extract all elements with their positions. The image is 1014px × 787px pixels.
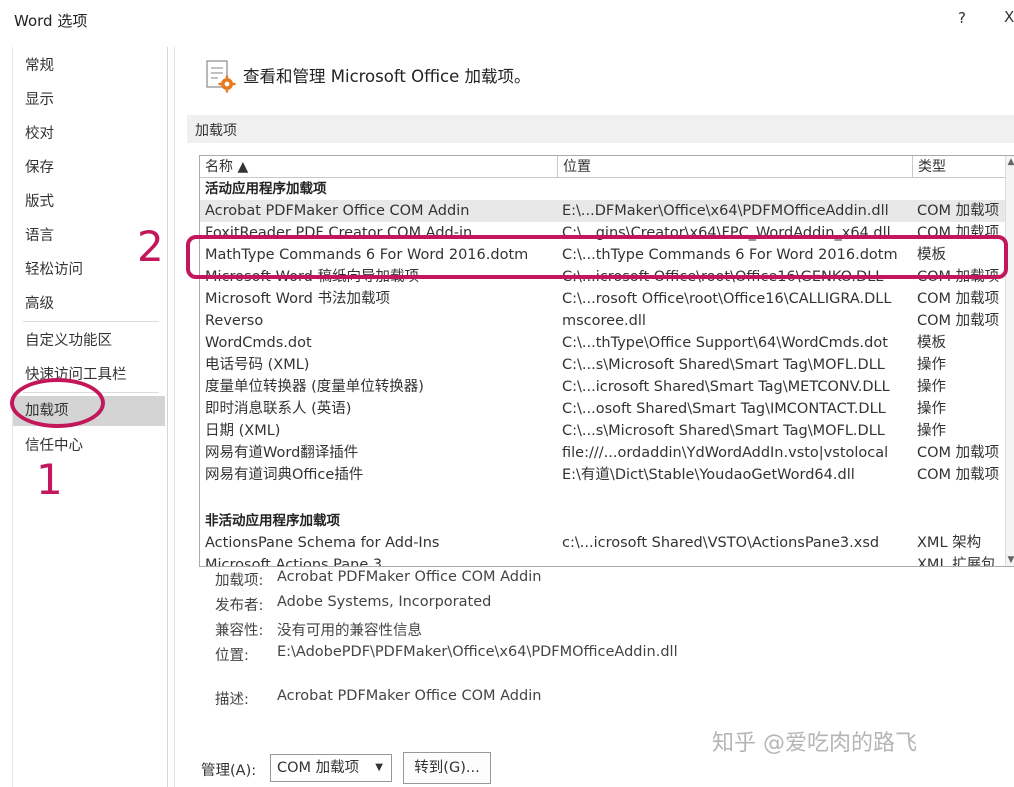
cell-name: ActionsPane Schema for Add-Ins — [205, 535, 440, 551]
cell-name: Microsoft Actions Pane 3 — [205, 557, 383, 567]
cell-type: 操作 — [917, 379, 946, 395]
cell-location: c:\...icrosoft Shared\VSTO\ActionsPane3.… — [562, 535, 880, 551]
table-row[interactable]: Microsoft Actions Pane 3 XML 扩展包 — [200, 554, 1006, 567]
nav-item-display[interactable]: 显示 — [13, 85, 165, 115]
cell-location: mscoree.dll — [562, 313, 646, 329]
group-label: 活动应用程序加载项 — [205, 181, 327, 197]
annotation-number-2: 2 — [137, 222, 164, 271]
cell-type: XML 扩展包 — [917, 557, 996, 567]
nav-item-proofing[interactable]: 校对 — [13, 119, 165, 149]
cell-location: E:\...DFMaker\Office\x64\PDFMOfficeAddin… — [562, 203, 889, 219]
table-row[interactable]: Acrobat PDFMaker Office COM Addin E:\...… — [200, 200, 1006, 222]
cell-location: C:\...icrosoft Shared\Smart Tag\METCONV.… — [562, 379, 890, 395]
cell-name: Acrobat PDFMaker Office COM Addin — [205, 203, 470, 219]
table-row[interactable]: 网易有道词典Office插件 E:\有道\Dict\Stable\YoudaoG… — [200, 464, 1006, 486]
detail-compat-label: 兼容性: — [215, 623, 264, 639]
section-title: 加载项 — [195, 123, 237, 139]
detail-desc-value: Acrobat PDFMaker Office COM Addin — [277, 688, 542, 704]
table-row[interactable]: 网易有道Word翻译插件 file:///...ordaddin\YdWordA… — [200, 442, 1006, 464]
cell-type: XML 架构 — [917, 535, 982, 551]
detail-location-value: E:\AdobePDF\PDFMaker\Office\x64\PDFMOffi… — [277, 644, 678, 660]
detail-compat-value: 没有可用的兼容性信息 — [277, 623, 422, 639]
cell-type: COM 加载项 — [917, 467, 1000, 483]
cell-location: C:\...rosoft Office\root\Office16\CALLIG… — [562, 291, 892, 307]
nav-item-advanced[interactable]: 高级 — [13, 289, 165, 319]
column-header-name[interactable]: 名称 ▲ — [200, 156, 558, 178]
detail-publisher-label: 发布者: — [215, 598, 264, 614]
annotation-rectangle — [186, 235, 1008, 279]
column-header-type[interactable]: 类型 — [913, 156, 1006, 178]
detail-publisher-value: Adobe Systems, Incorporated — [277, 594, 492, 610]
page-title: 查看和管理 Microsoft Office 加载项。 — [243, 67, 531, 86]
window-title: Word 选项 — [14, 12, 88, 30]
group-header-inactive: 非活动应用程序加载项 — [200, 510, 1006, 532]
cell-type: COM 加载项 — [917, 203, 1000, 219]
cell-type: COM 加载项 — [917, 291, 1000, 307]
cell-name: Microsoft Word 书法加载项 — [205, 291, 390, 307]
detail-addin-label: 加载项: — [215, 573, 264, 589]
nav-item-general[interactable]: 常规 — [13, 51, 165, 81]
cell-name: 电话号码 (XML) — [205, 357, 310, 373]
group-header-active: 活动应用程序加载项 — [200, 178, 1006, 200]
cell-name: 即时消息联系人 (英语) — [205, 401, 352, 417]
manage-select-value: COM 加载项 — [277, 760, 360, 776]
cell-name: Reverso — [205, 313, 264, 329]
table-row[interactable]: ActionsPane Schema for Add-Ins c:\...icr… — [200, 532, 1006, 554]
cell-type: 操作 — [917, 357, 946, 373]
cell-type: COM 加载项 — [917, 313, 1000, 329]
help-button[interactable]: ? — [953, 9, 971, 29]
close-button[interactable]: X — [1004, 8, 1014, 30]
table-row[interactable]: Reverso mscoree.dll COM 加载项 — [200, 310, 1006, 332]
group-label: 非活动应用程序加载项 — [205, 513, 340, 529]
nav-item-layout[interactable]: 版式 — [13, 187, 165, 217]
cell-location: C:\...thType\Office Support\64\WordCmds.… — [562, 335, 888, 351]
table-row[interactable]: WordCmds.dot C:\...thType\Office Support… — [200, 332, 1006, 354]
cell-name: 度量单位转换器 (度量单位转换器) — [205, 379, 424, 395]
manage-select[interactable]: COM 加载项 ▼ — [270, 754, 392, 782]
detail-addin-value: Acrobat PDFMaker Office COM Addin — [277, 569, 542, 585]
cell-location: E:\有道\Dict\Stable\YoudaoGetWord64.dll — [562, 467, 855, 483]
cell-type: COM 加载项 — [917, 445, 1000, 461]
addins-table[interactable]: 名称 ▲ 位置 类型 活动应用程序加载项 Acrobat PDFMaker Of… — [199, 155, 1014, 567]
table-row[interactable]: 电话号码 (XML) C:\...s\Microsoft Shared\Smar… — [200, 354, 1006, 376]
cell-location: C:\...s\Microsoft Shared\Smart Tag\MOFL.… — [562, 357, 885, 373]
scroll-up-icon[interactable]: ▲ — [1006, 156, 1014, 168]
cell-type: 操作 — [917, 423, 946, 439]
nav-item-save[interactable]: 保存 — [13, 153, 165, 183]
detail-desc-label: 描述: — [215, 692, 249, 708]
addins-panel: 查看和管理 Microsoft Office 加载项。 加载项 名称 ▲ 位置 … — [174, 47, 1014, 787]
annotation-number-1: 1 — [36, 455, 63, 504]
column-header-location[interactable]: 位置 — [558, 156, 913, 178]
cell-type: 模板 — [917, 335, 946, 351]
nav-separator — [23, 321, 159, 322]
detail-location-label: 位置: — [215, 648, 249, 664]
manage-label: 管理(A): — [201, 763, 257, 779]
scroll-down-icon[interactable]: ▼ — [1006, 554, 1014, 566]
cell-type: 操作 — [917, 401, 946, 417]
table-row[interactable]: 即时消息联系人 (英语) C:\...osoft Shared\Smart Ta… — [200, 398, 1006, 420]
cell-location: file:///...ordaddin\YdWordAddIn.vsto|vst… — [562, 445, 889, 461]
cell-name: 网易有道Word翻译插件 — [205, 445, 359, 461]
cell-name: 日期 (XML) — [205, 423, 281, 439]
table-row[interactable]: 度量单位转换器 (度量单位转换器) C:\...icrosoft Shared\… — [200, 376, 1006, 398]
cell-location: C:\...s\Microsoft Shared\Smart Tag\MOFL.… — [562, 423, 885, 439]
table-row[interactable]: Microsoft Word 书法加载项 C:\...rosoft Office… — [200, 288, 1006, 310]
cell-name: WordCmds.dot — [205, 335, 312, 351]
cell-name: 网易有道词典Office插件 — [205, 467, 364, 483]
table-row[interactable]: 日期 (XML) C:\...s\Microsoft Shared\Smart … — [200, 420, 1006, 442]
go-button[interactable]: 转到(G)... — [403, 752, 491, 784]
nav-item-customize-ribbon[interactable]: 自定义功能区 — [13, 326, 165, 356]
chevron-down-icon: ▼ — [375, 762, 383, 773]
table-scrollbar[interactable]: ▲ ▼ — [1005, 156, 1014, 566]
section-header: 加载项 — [187, 115, 1014, 143]
title-bar: Word 选项 ? X — [0, 0, 1014, 40]
cell-location: C:\...osoft Shared\Smart Tag\IMCONTACT.D… — [562, 401, 886, 417]
annotation-ellipse — [10, 378, 105, 428]
watermark: 知乎 @爱吃肉的路飞 — [712, 731, 917, 756]
addins-gear-icon — [206, 60, 236, 93]
